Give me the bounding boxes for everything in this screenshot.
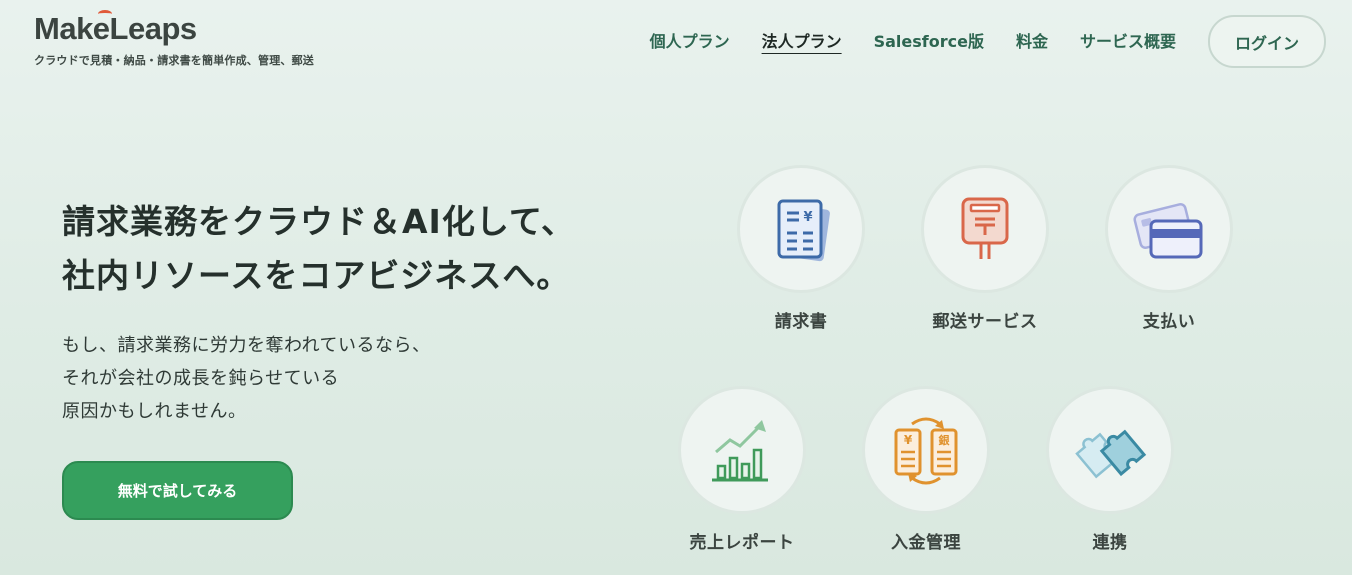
tagline: クラウドで見積・納品・請求書を簡単作成、管理、郵送 bbox=[34, 54, 314, 67]
bank-glyph: 銀 bbox=[939, 433, 950, 447]
feature-label: 請求書 bbox=[774, 312, 828, 332]
payment-exchange-icon: ¥ 銀 bbox=[894, 417, 958, 485]
feature-circle bbox=[1046, 386, 1174, 514]
subtext-line-1: もし、請求業務に労力を奪われているなら、 bbox=[62, 335, 431, 356]
yen-glyph: ¥ bbox=[803, 210, 812, 225]
hero: 請求業務をクラウド＆AI化して、 社内リソースをコアビジネスへ。 もし、請求業務… bbox=[62, 195, 575, 428]
logo[interactable]: MakeLeaps bbox=[34, 10, 197, 46]
logo-accent-icon bbox=[98, 10, 112, 18]
nav-personal-plan[interactable]: 個人プラン bbox=[650, 16, 730, 68]
feature-label: 売上レポート bbox=[689, 533, 795, 553]
feature-circle bbox=[678, 386, 806, 514]
feature-label: 入金管理 bbox=[891, 533, 961, 553]
subtext-line-3: 原因かもしれません。 bbox=[62, 401, 247, 422]
feature-circle bbox=[921, 165, 1049, 293]
feature-label: 連携 bbox=[1092, 533, 1128, 553]
feature-integration[interactable]: 連携 bbox=[1030, 386, 1190, 553]
feature-payment[interactable]: 支払い bbox=[1089, 165, 1249, 332]
feature-payment-management[interactable]: ¥ 銀 入金管理 bbox=[846, 386, 1006, 553]
nav-pricing[interactable]: 料金 bbox=[1016, 16, 1048, 68]
nav-service-overview[interactable]: サービス概要 bbox=[1080, 16, 1176, 68]
feature-invoice[interactable]: ¥ 請求書 bbox=[721, 165, 881, 332]
feature-label: 郵送サービス bbox=[932, 312, 1038, 332]
chart-icon bbox=[712, 420, 768, 482]
main-nav: 個人プラン 法人プラン Salesforce版 料金 サービス概要 ログイン bbox=[650, 15, 1326, 68]
feature-circle: ¥ bbox=[737, 165, 865, 293]
puzzle-icon bbox=[1075, 429, 1147, 479]
login-button[interactable]: ログイン bbox=[1208, 15, 1326, 68]
brand[interactable]: MakeLeaps クラウドで見積・納品・請求書を簡単作成、管理、郵送 bbox=[34, 10, 314, 68]
feature-circle: ¥ 銀 bbox=[862, 386, 990, 514]
nav-salesforce[interactable]: Salesforce版 bbox=[874, 16, 984, 68]
subtext-line-2: それが会社の成長を鈍らせている bbox=[62, 368, 340, 389]
credit-card-icon bbox=[1133, 203, 1203, 259]
feature-sales-report[interactable]: 売上レポート bbox=[662, 386, 822, 553]
feature-circle bbox=[1105, 165, 1233, 293]
invoice-icon: ¥ bbox=[777, 199, 830, 262]
feature-mailing[interactable]: 郵送サービス bbox=[905, 165, 1065, 332]
hero-subtext: もし、請求業務に労力を奪われているなら、 それが会社の成長を鈍らせている 原因か… bbox=[62, 329, 575, 428]
feature-label: 支払い bbox=[1142, 312, 1196, 332]
headline-line-1: 請求業務をクラウド＆AI化して、 bbox=[62, 202, 576, 241]
headline-line-2: 社内リソースをコアビジネスへ。 bbox=[62, 256, 571, 295]
postbox-icon bbox=[961, 197, 1009, 259]
free-trial-button[interactable]: 無料で試してみる bbox=[62, 461, 293, 520]
nav-business-plan[interactable]: 法人プラン bbox=[762, 16, 842, 68]
hero-headline: 請求業務をクラウド＆AI化して、 社内リソースをコアビジネスへ。 bbox=[62, 195, 575, 303]
yen-glyph: ¥ bbox=[904, 433, 913, 447]
